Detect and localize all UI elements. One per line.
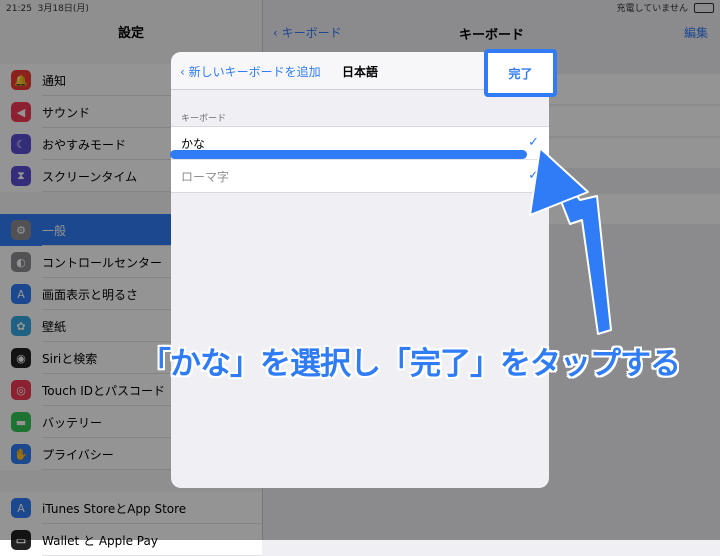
done-button[interactable]: 完了 — [484, 49, 557, 97]
keyboard-option-romaji[interactable]: ローマ字 ✓ — [171, 159, 549, 192]
keyboard-options-list: かな ✓ ローマ字 ✓ — [171, 126, 549, 193]
section-header: キーボード — [181, 114, 227, 124]
kana-highlight-underline — [170, 150, 527, 159]
japanese-keyboard-modal: ‹ 新しいキーボードを追加 日本語 キーボード かな ✓ ローマ字 ✓ — [171, 52, 549, 488]
instruction-caption: 「かな」を選択し「完了」をタップする — [140, 346, 681, 382]
checkmark-icon: ✓ — [528, 168, 539, 183]
checkmark-icon: ✓ — [528, 135, 539, 150]
